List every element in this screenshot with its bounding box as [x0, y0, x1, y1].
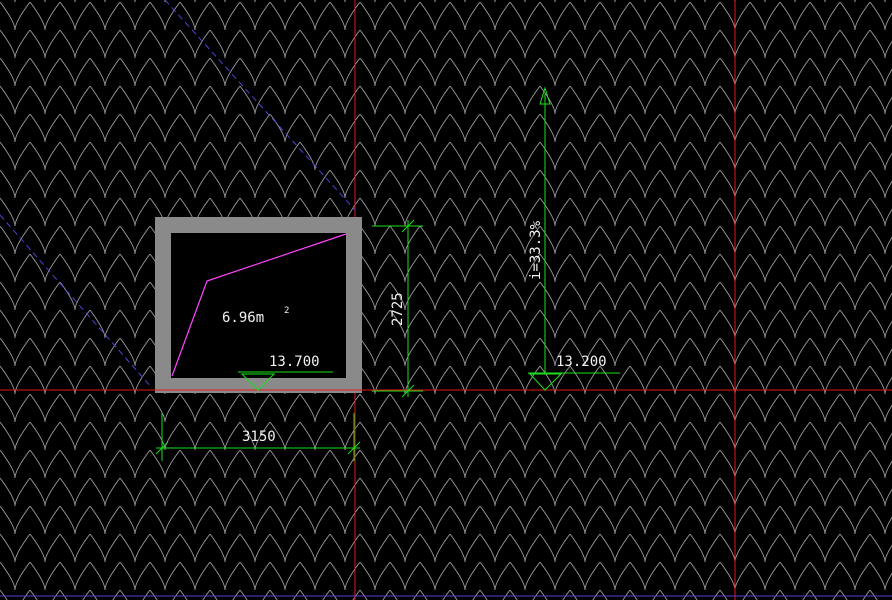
- area-superscript: 2: [284, 306, 289, 316]
- cad-drawing-canvas[interactable]: 6.96m 2 13.700 2725 3150 i=33.3% 13.200: [0, 0, 892, 600]
- width-dimension-label: 3150: [242, 429, 276, 445]
- slope-label: i=33.3%: [528, 220, 544, 280]
- room-interior: [171, 233, 346, 378]
- area-value: 6.96m: [222, 310, 264, 326]
- room-block[interactable]: 6.96m 2 13.700: [155, 217, 362, 393]
- height-dimension-label: 2725: [390, 292, 406, 326]
- roof-tile-hatch: [0, 0, 892, 600]
- slope-elevation-label: 13.200: [556, 354, 607, 370]
- elevation-label-room: 13.700: [269, 354, 320, 370]
